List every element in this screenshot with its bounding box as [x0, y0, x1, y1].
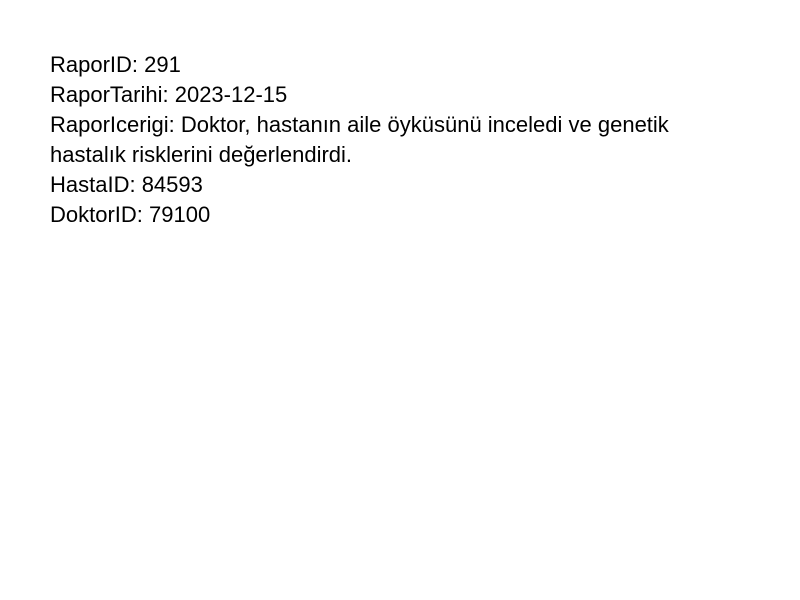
patient-id: HastaID: 84593 [50, 172, 203, 197]
report-record: RaporID: 291 RaporTarihi: 2023-12-15 Rap… [50, 50, 740, 230]
report-date: RaporTarihi: 2023-12-15 [50, 82, 288, 107]
report-id: RaporID: 291 [50, 52, 181, 77]
report-content: RaporIcerigi: Doktor, hastanın aile öykü… [50, 112, 669, 167]
doctor-id: DoktorID: 79100 [50, 202, 211, 227]
